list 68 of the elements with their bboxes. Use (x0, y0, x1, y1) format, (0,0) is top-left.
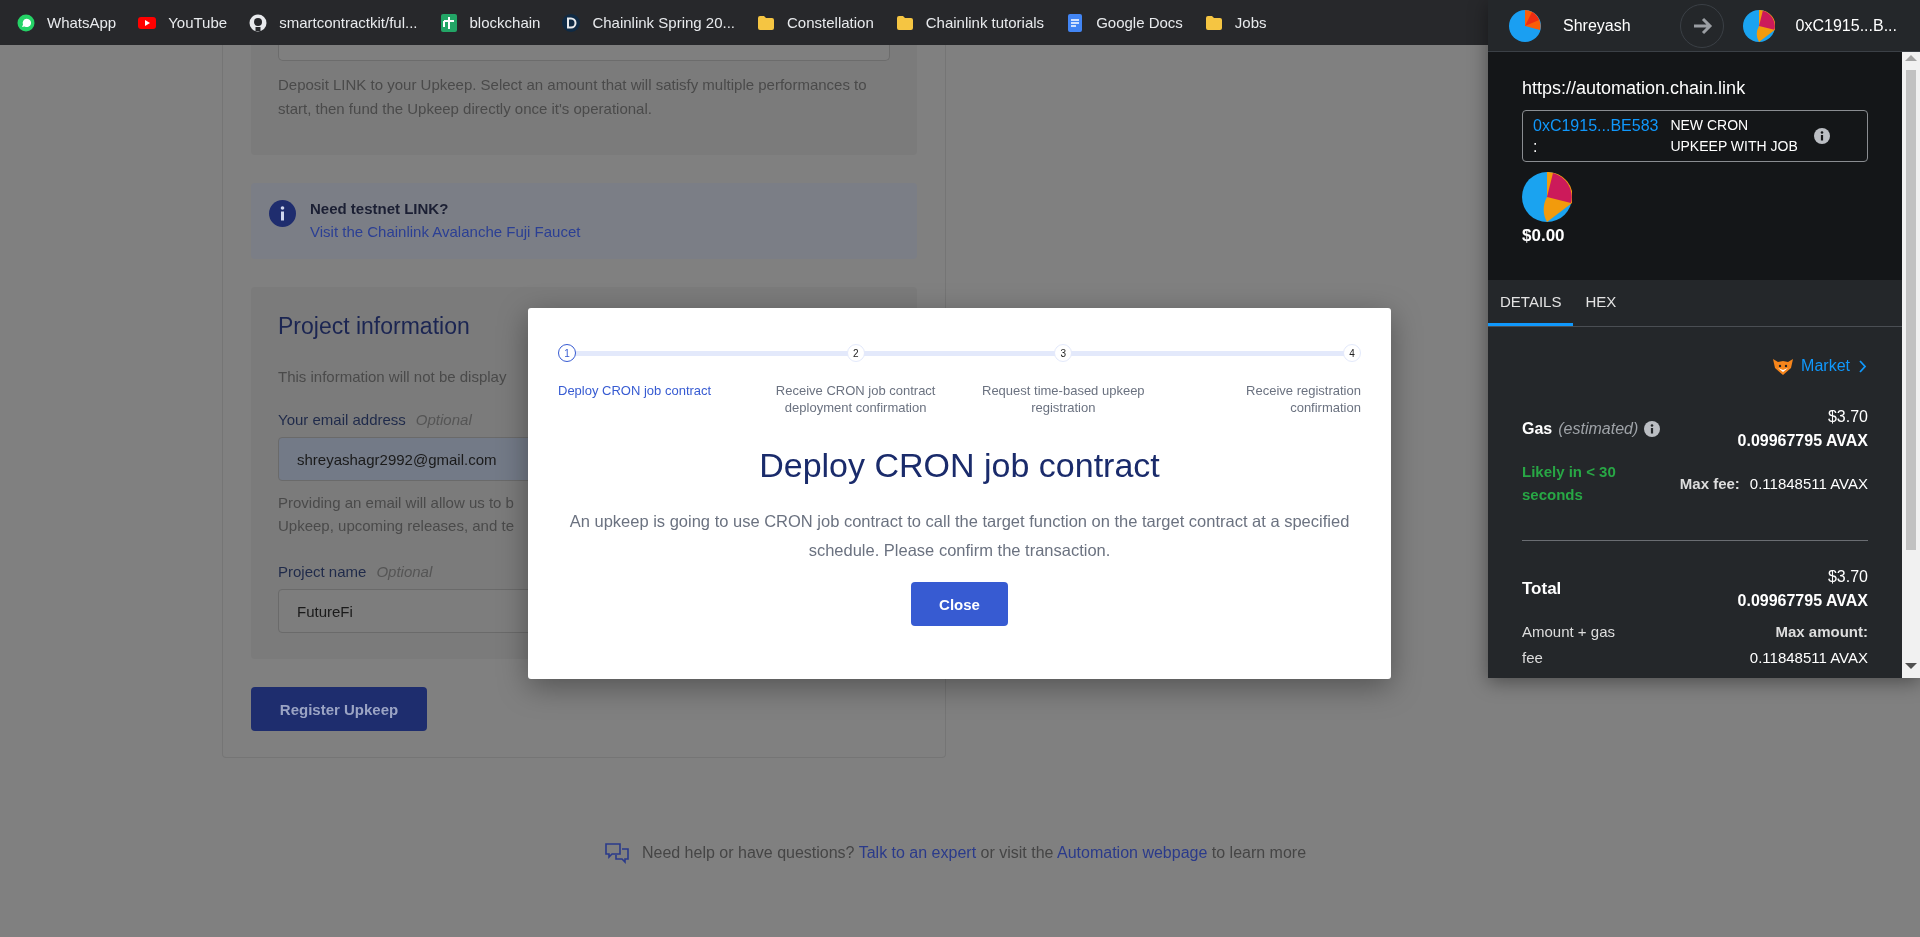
account-avatar-icon (1742, 9, 1775, 42)
estimate-note: (estimated) (1558, 420, 1639, 438)
account-name: Shreyash (1563, 16, 1631, 35)
tab[interactable]: HEX (1573, 280, 1629, 326)
document-icon (1066, 13, 1085, 32)
step-number: 1 (558, 344, 576, 362)
recipient-address: 0xC1915...B... (1795, 16, 1897, 35)
info-icon (269, 200, 296, 227)
market-link[interactable]: Market (1771, 356, 1850, 376)
close-button[interactable]: Close (911, 582, 1008, 626)
total-label: Total (1522, 579, 1562, 599)
gas-amount: 0.09967795 AVAX (1737, 432, 1868, 450)
bookmark[interactable]: Jobs (1195, 9, 1276, 36)
bookmark[interactable]: YouTube (129, 9, 237, 36)
step-label: Receive registration confirmation (1245, 382, 1361, 416)
register-button[interactable]: Register Upkeep (251, 687, 427, 731)
total-amount: 0.09967795 AVAX (1737, 592, 1868, 610)
help-text: Need help or have questions? Talk to an expert or visit the Automation webpage to learn more (641, 844, 1307, 862)
step-number: 2 (846, 344, 865, 362)
site-logo-icon (562, 13, 581, 32)
account-avatar-icon (1509, 9, 1541, 42)
bookmark[interactable]: Chainlink Spring 20... (553, 9, 744, 36)
spreadsheet-icon (439, 13, 458, 32)
section-heading: Project information (278, 313, 471, 340)
total-caption: Amount + gas fee (1522, 622, 1616, 668)
token-icon (1522, 172, 1572, 222)
info-title: Need testnet LINK? (310, 200, 450, 217)
address-colon: : (1533, 137, 1539, 157)
scrollbar[interactable] (1902, 52, 1920, 678)
modal-message: An upkeep is going to use CRON job contract to call the target function on the target contract at a specified schedule. Please confirm the transaction. (568, 511, 1351, 561)
bookmark[interactable]: smartcontractkit/ful... (240, 9, 427, 36)
chevron-right-icon (1858, 358, 1868, 374)
folder-icon (1204, 13, 1223, 32)
site-origin: https://automation.chain.link (1522, 78, 1747, 99)
field-label: Your email address (278, 411, 406, 428)
bookmark[interactable]: WhatsApp (8, 9, 126, 36)
bookmark[interactable]: blockchain (430, 9, 550, 36)
info-icon (1644, 421, 1661, 437)
total-fiat: $3.70 (1827, 568, 1868, 586)
folder-icon (757, 13, 775, 32)
modal-title: Deploy CRON job contract (759, 446, 1160, 485)
folder-icon (895, 13, 914, 32)
fox-icon (1771, 356, 1796, 376)
field-label: Project name (278, 563, 367, 580)
max-amount-label: Max amount: (1775, 622, 1868, 642)
tab[interactable]: DETAILS (1488, 280, 1574, 326)
chat-icon (603, 842, 630, 864)
bookmark[interactable]: Constellation (748, 9, 883, 36)
bookmark[interactable]: Google Docs (1057, 9, 1192, 36)
gas-fiat: $3.70 (1827, 408, 1868, 426)
contract-address[interactable]: 0xC1915...BE583 (1533, 115, 1659, 136)
balance-amount: $0.00 (1522, 226, 1566, 246)
time-estimate: Likely in < 30 seconds (1522, 462, 1617, 505)
step-number: 3 (1054, 344, 1073, 362)
max-fee-value: 0.11848511 AVAX (1749, 474, 1868, 492)
method-name: NEW CRON UPKEEP WITH JOB (1670, 116, 1799, 156)
step-label: Receive CRON job contract deployment confirmation (774, 382, 937, 416)
arrow-right-icon (1679, 3, 1724, 48)
gas-label: Gas (1522, 420, 1553, 438)
bookmark[interactable]: Chainlink tutorials (886, 9, 1054, 36)
info-icon (1814, 128, 1831, 144)
whatsapp-icon (17, 13, 35, 32)
max-fee-label: Max fee: (1679, 474, 1740, 492)
step-label: Deploy CRON job contract (558, 382, 712, 399)
max-amount-value: 0.11848511 AVAX (1749, 648, 1868, 668)
step-number: 4 (1342, 344, 1361, 362)
step-label: Request time-based upkeep registration (981, 382, 1146, 416)
input-field[interactable] (278, 45, 890, 61)
